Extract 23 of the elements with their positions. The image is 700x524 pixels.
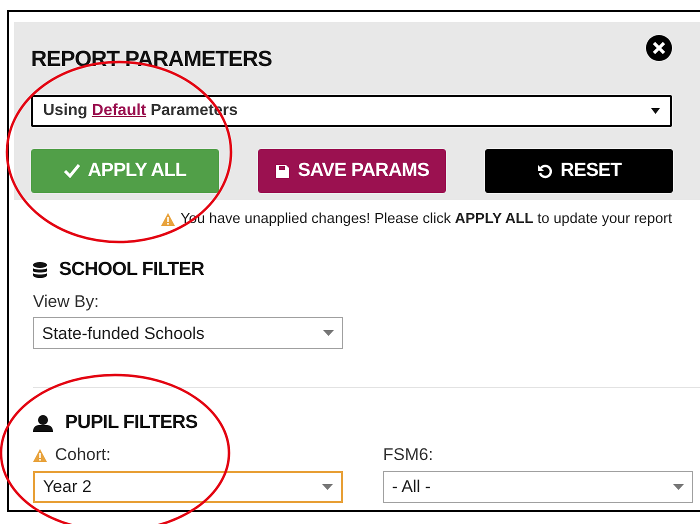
reset-button[interactable]: RESET: [485, 149, 673, 193]
database-icon: [33, 262, 47, 278]
select-field[interactable]: - All -: [383, 470, 693, 503]
close-icon[interactable]: [646, 35, 672, 61]
warning-icon: [33, 448, 47, 462]
field-label: View By:: [33, 290, 99, 313]
caret-icon: [322, 484, 333, 490]
undo-icon: [536, 163, 552, 179]
section-title: SCHOOL FILTER: [59, 258, 204, 282]
field-label: FSM6:: [383, 444, 434, 466]
caret-icon: [651, 108, 660, 114]
warning-icon: [160, 213, 175, 226]
select-field[interactable]: State-funded Schools: [33, 317, 343, 350]
panel-title: REPORT PARAMETERS: [31, 45, 272, 73]
caret-icon: [323, 330, 334, 336]
check-icon: [64, 164, 80, 178]
person-icon: [33, 414, 53, 432]
field-label: Cohort:: [55, 444, 111, 466]
section-title: PUPIL FILTERS: [65, 411, 198, 435]
select-field[interactable]: Year 2: [33, 470, 343, 503]
default-link[interactable]: Default: [92, 102, 146, 119]
save-button[interactable]: SAVE PARAMS: [258, 149, 446, 193]
caret-icon: [673, 484, 684, 490]
